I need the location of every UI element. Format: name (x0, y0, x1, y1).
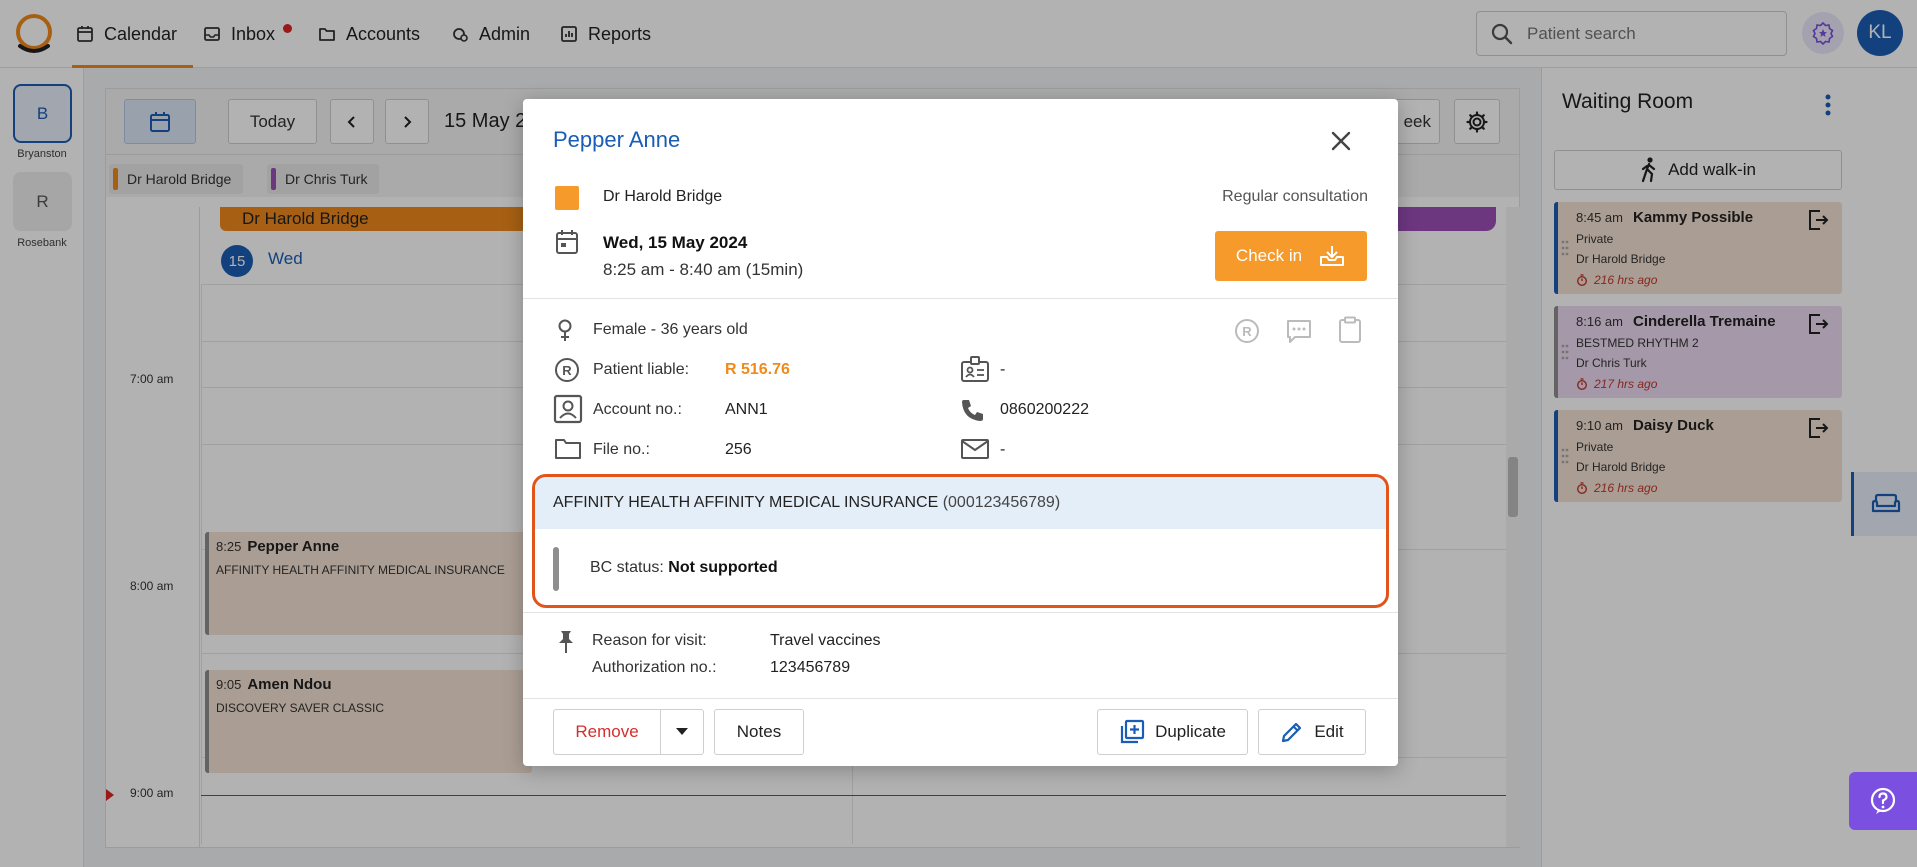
appointment-time-range: 8:25 am - 8:40 am (15min) (603, 260, 804, 279)
tray-download-icon (1318, 244, 1346, 268)
edit-button[interactable]: Edit (1258, 709, 1366, 755)
medical-aid-header: AFFINITY HEALTH AFFINITY MEDICAL INSURAN… (535, 477, 1386, 529)
gender-age: Female - 36 years old (593, 321, 748, 338)
phone-icon (960, 397, 986, 423)
medical-aid-number: (000123456789) (942, 494, 1061, 511)
medical-aid-section: AFFINITY HEALTH AFFINITY MEDICAL INSURAN… (532, 474, 1389, 608)
account-icon (553, 394, 583, 424)
medical-aid-name: AFFINITY HEALTH AFFINITY MEDICAL INSURAN… (553, 494, 939, 511)
appointment-dialog: Pepper Anne Dr Harold Bridge Regular con… (523, 99, 1398, 766)
message-icon[interactable] (1285, 318, 1313, 344)
status-bar (553, 547, 559, 591)
reason-label: Reason for visit: (592, 632, 707, 649)
close-icon[interactable] (1327, 127, 1355, 155)
divider (523, 698, 1398, 699)
reason-value: Travel vaccines (770, 632, 881, 649)
account-number-value: ANN1 (725, 401, 768, 418)
account-number-label: Account no.: (593, 401, 682, 418)
email-value: - (1000, 441, 1006, 458)
id-number-value: - (1000, 361, 1006, 378)
svg-text:R: R (562, 363, 572, 378)
duplicate-label: Duplicate (1155, 722, 1226, 741)
divider (523, 298, 1398, 299)
email-icon (960, 438, 990, 460)
help-button[interactable] (1849, 772, 1917, 830)
check-in-button[interactable]: Check in (1215, 231, 1367, 281)
divider (523, 612, 1398, 613)
appointment-date: Wed, 15 May 2024 (603, 233, 748, 252)
caret-down-icon (676, 728, 688, 736)
bc-status: BC status: Not supported (590, 559, 778, 577)
rand-currency-icon: R (554, 357, 580, 383)
female-icon (557, 319, 573, 343)
svg-text:R: R (1242, 324, 1252, 339)
dialog-doctor: Dr Harold Bridge (603, 188, 723, 205)
phone-value: 0860200222 (1000, 401, 1089, 418)
clipboard-icon[interactable] (1338, 316, 1362, 344)
authorization-value: 123456789 (770, 659, 851, 676)
patient-liable-value: R 516.76 (725, 361, 790, 378)
remove-button[interactable]: Remove (553, 709, 661, 755)
file-number-value: 256 (725, 441, 752, 458)
dialog-patient-name[interactable]: Pepper Anne (553, 127, 680, 153)
doctor-color-square (555, 186, 579, 210)
authorization-label: Authorization no.: (592, 659, 717, 676)
remove-options-button[interactable] (660, 709, 704, 755)
notes-button[interactable]: Notes (714, 709, 804, 755)
help-icon (1868, 786, 1898, 816)
folder-icon (554, 437, 582, 461)
bc-status-value: Not supported (668, 559, 778, 576)
file-number-label: File no.: (593, 441, 650, 458)
calendar-icon (555, 229, 579, 255)
patient-liable-label: Patient liable: (593, 361, 690, 378)
pencil-icon (1280, 720, 1304, 744)
id-card-icon (960, 355, 990, 383)
bc-status-label: BC status: (590, 559, 664, 576)
duplicate-icon (1119, 719, 1145, 745)
registered-icon[interactable]: R (1234, 318, 1260, 344)
appointment-type: Regular consultation (1222, 188, 1368, 205)
duplicate-button[interactable]: Duplicate (1097, 709, 1248, 755)
edit-label: Edit (1314, 722, 1344, 741)
check-in-label: Check in (1235, 246, 1303, 265)
pin-icon (556, 629, 576, 655)
